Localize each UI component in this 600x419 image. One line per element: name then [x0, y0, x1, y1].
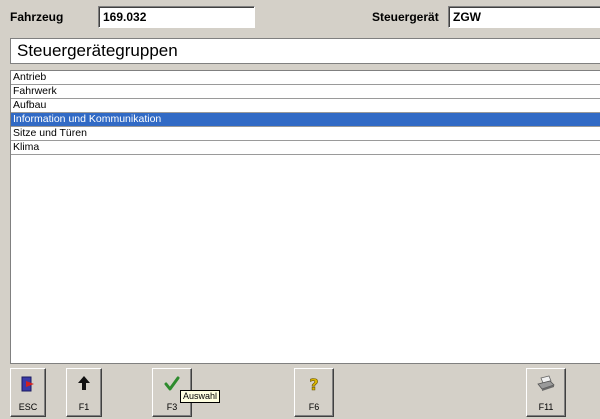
- list-item-sitze-tueren[interactable]: Sitze und Türen: [11, 127, 600, 141]
- f11-key-label: F11: [538, 402, 554, 412]
- page-title: Steuergerätegruppen: [10, 38, 600, 64]
- list-item-klima[interactable]: Klima: [11, 141, 600, 155]
- f11-button[interactable]: F11: [526, 368, 566, 417]
- esc-button[interactable]: ESC: [10, 368, 46, 417]
- f3-key-label: F3: [166, 402, 178, 412]
- help-question-icon: ?: [295, 375, 333, 395]
- f1-key-label: F1: [78, 402, 90, 412]
- exit-door-icon: [11, 375, 45, 393]
- f6-button[interactable]: ? F6: [294, 368, 334, 417]
- vehicle-label: Fahrzeug: [10, 10, 64, 24]
- esc-key-label: ESC: [18, 402, 38, 412]
- f1-button[interactable]: F1: [66, 368, 102, 417]
- header-bar: Fahrzeug 169.032 Steuergerät ZGW: [0, 0, 600, 36]
- svg-text:?: ?: [309, 375, 318, 393]
- printer-icon: [527, 375, 565, 393]
- ecu-group-list[interactable]: Antrieb Fahrwerk Aufbau Information und …: [10, 70, 600, 364]
- arrow-up-icon: [67, 375, 101, 393]
- f6-key-label: F6: [308, 402, 320, 412]
- function-key-toolbar: ESC F1 F3 ? F6 F11: [0, 364, 600, 419]
- vehicle-field[interactable]: 169.032: [98, 6, 255, 28]
- list-item-information-kommunikation[interactable]: Information und Kommunikation: [11, 113, 600, 127]
- list-item-fahrwerk[interactable]: Fahrwerk: [11, 85, 600, 99]
- ecu-field[interactable]: ZGW: [448, 6, 600, 28]
- list-item-antrieb[interactable]: Antrieb: [11, 71, 600, 85]
- list-item-aufbau[interactable]: Aufbau: [11, 99, 600, 113]
- tooltip: Auswahl: [180, 390, 221, 403]
- ecu-label: Steuergerät: [372, 10, 439, 24]
